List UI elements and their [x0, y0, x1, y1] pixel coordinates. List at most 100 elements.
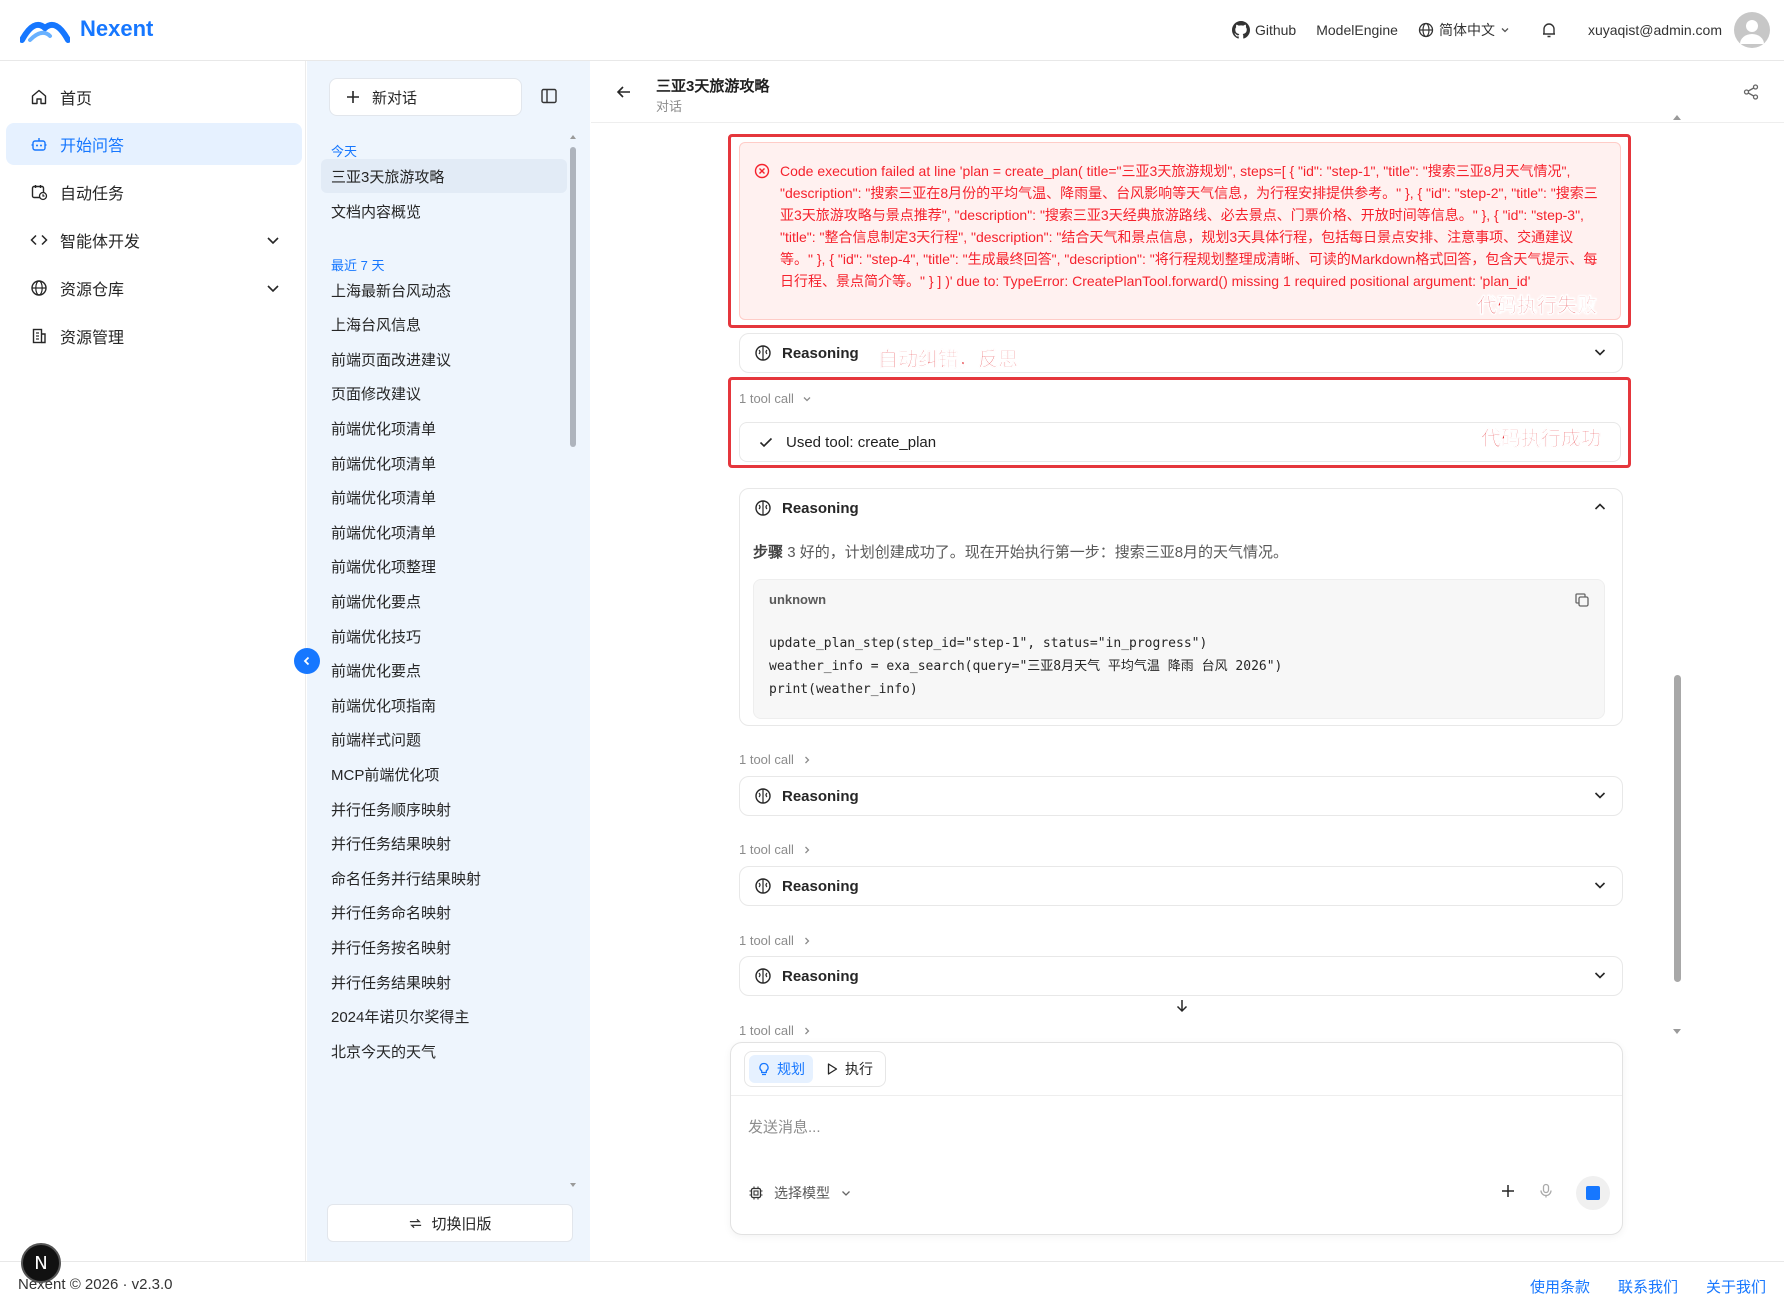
voice-button[interactable] [1538, 1183, 1554, 1203]
conversation-item[interactable]: 并行任务结果映射 [321, 965, 567, 999]
reasoning-card[interactable]: Reasoning [739, 333, 1623, 373]
conversation-item[interactable]: 并行任务命名映射 [321, 896, 567, 930]
conversation-item[interactable]: 前端优化项清单 [321, 481, 567, 515]
conversation-item[interactable]: 前端优化项清单 [321, 411, 567, 445]
github-label: Github [1254, 22, 1297, 38]
reasoning-label: Reasoning [782, 877, 859, 895]
github-link[interactable]: Github [1231, 21, 1297, 39]
footer-link-about[interactable]: 关于我们 [1706, 1276, 1766, 1297]
chevron-down-icon [842, 1191, 850, 1196]
scroll-to-bottom-button[interactable] [1174, 998, 1190, 1018]
switch-old-version-button[interactable]: 切换旧版 [327, 1204, 573, 1242]
conversation-item[interactable]: 前端优化项清单 [321, 446, 567, 480]
tool-call-toggle[interactable]: 1 tool call [739, 1023, 812, 1038]
code-icon [30, 234, 48, 246]
conversation-item[interactable]: 三亚3天旅游攻略 [321, 159, 567, 193]
conversation-item[interactable]: 命名任务并行结果映射 [321, 861, 567, 895]
building-icon [32, 328, 46, 344]
lightbulb-icon [759, 1062, 769, 1076]
conversation-item[interactable]: 并行任务结果映射 [321, 827, 567, 861]
reasoning-card[interactable]: Reasoning [739, 956, 1623, 996]
tool-call-label: 1 tool call [739, 391, 794, 406]
tool-call-label: 1 tool call [739, 842, 794, 857]
mode-execute-button[interactable]: 执行 [817, 1055, 881, 1083]
chevron-right-icon [804, 1027, 810, 1034]
conversation-item[interactable]: 前端优化项指南 [321, 688, 567, 722]
reasoning-card[interactable]: Reasoning [739, 866, 1623, 906]
model-selector[interactable]: 选择模型 [748, 1183, 852, 1203]
tool-call-toggle[interactable]: 1 tool call [739, 752, 812, 767]
sidebar-item-resource-mgmt[interactable]: 资源管理 [6, 315, 302, 357]
conversation-item[interactable]: 上海台风信息 [321, 308, 567, 342]
conversation-scrollbar[interactable] [569, 135, 577, 507]
stop-button[interactable] [1576, 1176, 1610, 1210]
conversation-item[interactable]: 前端页面改进建议 [321, 342, 567, 376]
conversation-item[interactable]: 页面修改建议 [321, 377, 567, 411]
reasoning-header[interactable]: Reasoning [740, 867, 1622, 905]
scroll-down-icon [1673, 1029, 1681, 1034]
language-selector[interactable]: 简体中文 [1418, 20, 1510, 40]
conversation-item[interactable]: 2024年诺贝尔奖得主 [321, 1000, 567, 1034]
reasoning-header[interactable]: Reasoning [740, 957, 1622, 995]
sidebar-item-label: 自动任务 [60, 186, 125, 203]
floating-n-badge[interactable]: N [21, 1243, 61, 1283]
conversation-item[interactable]: 前端优化要点 [321, 654, 567, 688]
reasoning-card[interactable]: Reasoning [739, 776, 1623, 816]
footer-link-terms[interactable]: 使用条款 [1530, 1276, 1590, 1297]
annotation-success-text: 代码执行成功 [1481, 428, 1602, 451]
tool-call-toggle[interactable]: 1 tool call [739, 842, 812, 857]
notification-button[interactable] [1540, 21, 1558, 39]
sidebar-item-tasks[interactable]: 自动任务 [6, 171, 302, 213]
chat-scrollbar[interactable] [1670, 113, 1684, 1043]
avatar [1734, 12, 1770, 48]
language-label: 简体中文 [1438, 22, 1495, 38]
new-chat-button[interactable]: 新对话 [329, 78, 522, 116]
chevron-down-icon [1594, 792, 1606, 799]
conversation-item[interactable]: 上海最新台风动态 [321, 273, 567, 307]
conversation-item[interactable]: 文档内容概览 [321, 194, 567, 228]
conversation-item[interactable]: 前端优化项清单 [321, 515, 567, 549]
reasoning-header[interactable]: Reasoning [740, 777, 1622, 815]
user-menu[interactable]: xuyaqist@admin.com [1588, 12, 1770, 48]
conversation-item[interactable]: 前端优化项整理 [321, 550, 567, 584]
copy-button[interactable] [1574, 592, 1590, 612]
conversation-item[interactable]: 前端样式问题 [321, 723, 567, 757]
reasoning-header[interactable]: Reasoning [740, 334, 1622, 372]
reasoning-label: Reasoning [782, 967, 859, 985]
share-button[interactable] [1742, 83, 1760, 105]
conversation-item[interactable]: MCP前端优化项 [321, 757, 567, 791]
reasoning-header[interactable]: Reasoning [740, 489, 1622, 527]
mode-plan-button[interactable]: 规划 [749, 1055, 813, 1083]
step-number: 3 [787, 544, 796, 561]
conversation-item[interactable]: 前端优化要点 [321, 584, 567, 618]
attach-button[interactable] [1500, 1183, 1516, 1203]
chevron-right-icon [804, 756, 810, 763]
tool-call-toggle[interactable]: 1 tool call [739, 391, 812, 406]
conversation-item[interactable]: 前端优化技巧 [321, 619, 567, 653]
group-label-today: 今天 [331, 144, 358, 159]
app-logo[interactable]: Nexent [20, 14, 153, 44]
microphone-icon [1540, 1183, 1552, 1198]
conversation-item[interactable]: 北京今天的天气 [321, 1034, 567, 1068]
back-button[interactable] [615, 83, 633, 105]
conversation-item[interactable]: 并行任务顺序映射 [321, 792, 567, 826]
message-input[interactable] [748, 1107, 1598, 1147]
tool-call-label: 1 tool call [739, 933, 794, 948]
scrollbar-thumb[interactable] [1674, 675, 1681, 982]
sidebar-item-home[interactable]: 首页 [6, 76, 302, 118]
reasoning-card-expanded: Reasoning 步骤 3 好的，计划创建成功了。现在开始执行第一步：搜索三亚… [739, 488, 1623, 726]
panel-toggle-button[interactable] [540, 87, 558, 109]
sidebar-item-agent-dev[interactable]: 智能体开发 [6, 219, 302, 261]
scrollbar-thumb[interactable] [570, 147, 576, 447]
step-content: 好的，计划创建成功了。现在开始执行第一步：搜索三亚8月的天气情况。 [799, 544, 1289, 561]
refresh-icon [410, 1218, 422, 1228]
footer-link-contact[interactable]: 联系我们 [1618, 1276, 1678, 1297]
sidebar-item-resource-repo[interactable]: 资源仓库 [6, 267, 302, 309]
conversation-item[interactable]: 并行任务按名映射 [321, 930, 567, 964]
sidebar-item-chat[interactable]: 开始问答 [6, 123, 302, 165]
scroll-down-icon[interactable] [569, 1181, 577, 1189]
collapse-sidebar-button[interactable] [294, 648, 320, 674]
tool-call-toggle[interactable]: 1 tool call [739, 933, 812, 948]
model-engine-link[interactable]: ModelEngine [1316, 22, 1398, 38]
chevron-down-icon [1594, 882, 1606, 889]
